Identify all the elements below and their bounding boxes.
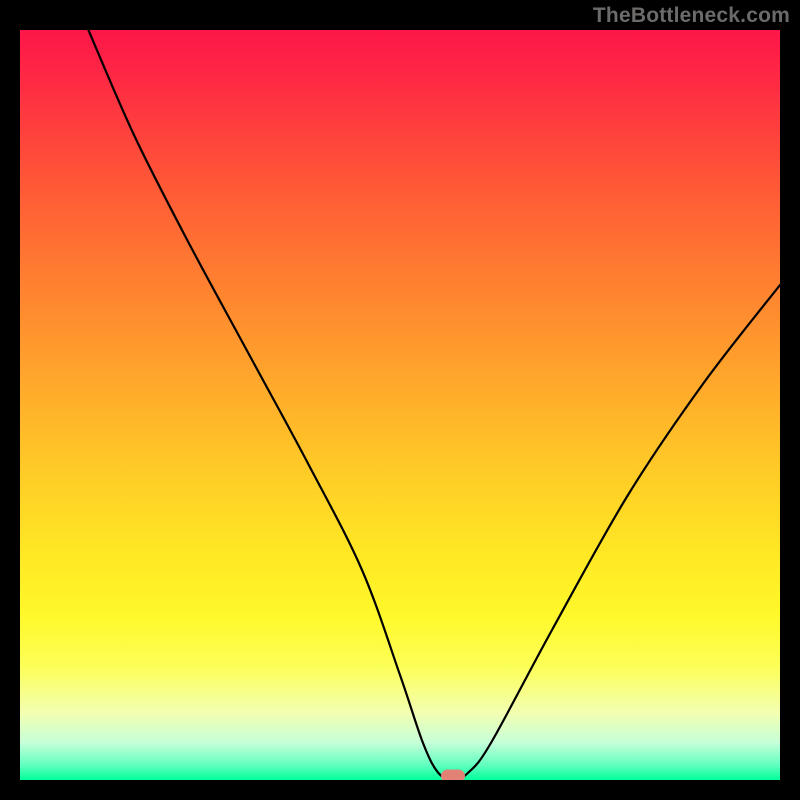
plot-area [20,30,780,780]
optimal-marker [441,769,465,780]
curve-path [88,30,780,780]
chart-frame: TheBottleneck.com [0,0,800,800]
watermark-text: TheBottleneck.com [593,4,790,28]
bottleneck-curve [20,30,780,780]
